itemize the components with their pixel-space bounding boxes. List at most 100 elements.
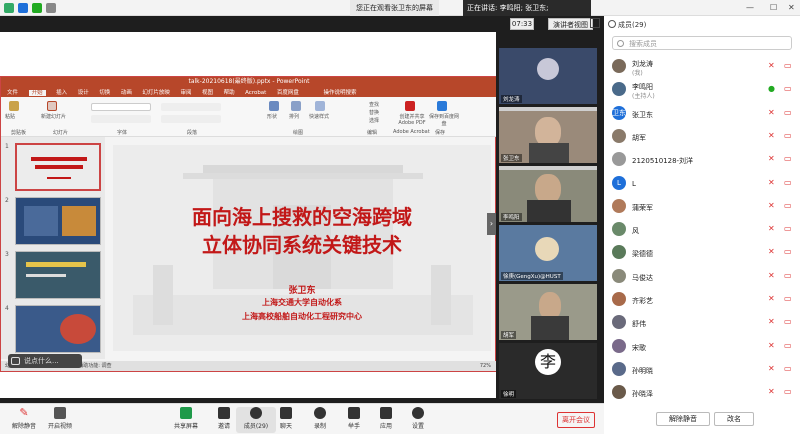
baidu-pan-icon[interactable] — [437, 101, 447, 111]
camera-off-icon[interactable]: ▭ — [784, 178, 794, 187]
member-row[interactable]: 舒伟 ✕ ▭ — [604, 312, 800, 334]
arrange-icon[interactable] — [291, 101, 301, 111]
security-icon[interactable] — [4, 3, 14, 13]
member-row[interactable]: 刘龙涛 (我) ✕ ▭ — [604, 56, 800, 78]
paragraph-align-icons[interactable] — [161, 103, 221, 111]
camera-off-icon[interactable]: ▭ — [784, 388, 794, 396]
member-row[interactable]: L L ✕ ▭ — [604, 173, 800, 195]
microphone-off-icon[interactable]: ✕ — [768, 248, 776, 256]
microphone-off-icon[interactable]: ✕ — [768, 364, 776, 373]
member-row[interactable]: 2120510128-刘洋 ✕ ▭ — [604, 149, 800, 171]
video-button[interactable]: 开启视频 — [40, 407, 80, 433]
adobe-pdf-icon[interactable] — [405, 101, 415, 111]
signal-icon[interactable] — [32, 3, 42, 13]
camera-off-icon[interactable]: ▭ — [784, 131, 794, 140]
microphone-off-icon[interactable]: ✕ — [768, 108, 776, 117]
member-row[interactable]: 蒲荣军 ✕ ▭ — [604, 196, 800, 218]
ppt-tab[interactable]: 视图 — [202, 90, 213, 96]
camera-off-icon[interactable]: ▭ — [784, 271, 794, 280]
ppt-tab[interactable]: 百度网盘 — [277, 90, 299, 96]
leave-meeting-button[interactable]: 离开会议 — [557, 412, 595, 428]
mute-button[interactable]: ✎ 解除静音 — [4, 407, 44, 433]
quick-styles-icon[interactable] — [315, 101, 325, 111]
microphone-off-icon[interactable]: ✕ — [768, 155, 776, 163]
ppt-tab[interactable]: 切换 — [99, 90, 110, 96]
member-row[interactable]: 胡军 ✕ ▭ — [604, 126, 800, 148]
grid-icon[interactable] — [46, 3, 56, 13]
member-row[interactable]: 卫东 张卫东 ✕ ▭ — [604, 103, 800, 125]
font-name-field[interactable] — [91, 103, 151, 111]
member-row[interactable]: 马俊达 ✕ ▭ — [604, 266, 800, 288]
fullscreen-icon[interactable] — [590, 18, 600, 28]
new-slide-icon[interactable] — [47, 101, 57, 111]
microphone-off-icon[interactable]: ✕ — [768, 201, 776, 210]
video-tile[interactable]: 张卫东 — [499, 107, 597, 163]
camera-off-icon[interactable]: ▭ — [784, 85, 794, 93]
collapse-video-arrow[interactable]: › — [487, 213, 496, 235]
camera-off-icon[interactable]: ▭ — [784, 248, 794, 256]
paragraph-list-icons[interactable] — [161, 115, 221, 123]
tell-me-search[interactable]: 操作说明搜索 — [323, 90, 356, 96]
camera-off-icon[interactable]: ▭ — [784, 364, 794, 373]
member-row[interactable]: 齐彩艺 ✕ ▭ — [604, 289, 800, 311]
shapes-icon[interactable] — [269, 101, 279, 111]
ppt-tab[interactable]: 帮助 — [224, 90, 235, 96]
member-row[interactable]: 李鸣阳 (主持人) ● ▭ — [604, 79, 800, 101]
ppt-tab[interactable]: 设计 — [78, 90, 89, 96]
select-button[interactable]: 选择 — [369, 117, 379, 124]
minimize-icon[interactable]: — — [746, 3, 754, 12]
shield-icon[interactable] — [18, 3, 28, 13]
microphone-off-icon[interactable]: ✕ — [768, 271, 776, 280]
microphone-off-icon[interactable]: ✕ — [768, 341, 776, 350]
microphone-off-icon[interactable]: ✕ — [768, 225, 776, 233]
find-button[interactable]: 查找 — [369, 101, 379, 108]
video-tile[interactable]: 李 徐明 — [499, 343, 597, 399]
ppt-tab[interactable]: 文件 — [7, 90, 18, 96]
camera-off-icon[interactable]: ▭ — [784, 62, 794, 70]
microphone-off-icon[interactable]: ✕ — [768, 131, 776, 140]
member-search-input[interactable]: 搜索成员 — [612, 36, 792, 50]
member-row[interactable]: 宋歌 ✕ ▭ — [604, 336, 800, 358]
video-tile[interactable]: 徐庚(GengXu)@HUST — [499, 225, 597, 281]
settings-button[interactable]: 设置 — [398, 407, 438, 433]
paste-icon[interactable] — [9, 101, 19, 111]
camera-off-icon[interactable]: ▭ — [784, 295, 794, 303]
video-tile[interactable]: 刘龙涛 — [499, 48, 597, 104]
chat-input[interactable]: 说点什么... — [8, 354, 82, 368]
ppt-tab-active[interactable]: 开始 — [28, 90, 46, 96]
member-row[interactable]: 孙明晓 ✕ ▭ — [604, 359, 800, 381]
slide-thumbnail[interactable] — [15, 251, 101, 299]
microphone-off-icon[interactable]: ✕ — [768, 295, 776, 303]
maximize-icon[interactable]: ☐ — [770, 3, 777, 12]
camera-off-icon[interactable]: ▭ — [784, 201, 794, 210]
slide-thumbnail[interactable] — [15, 197, 101, 245]
slide-thumbnail[interactable] — [15, 143, 101, 191]
video-tile[interactable]: 李鸣阳 — [499, 166, 597, 222]
rename-button[interactable]: 改名 — [714, 412, 754, 426]
ppt-tab[interactable]: 审阅 — [180, 90, 191, 96]
ppt-tab[interactable]: Acrobat — [245, 90, 266, 96]
slide-thumbnail[interactable] — [15, 305, 101, 353]
microphone-icon[interactable]: ● — [768, 85, 776, 93]
unmute-all-button[interactable]: 解除静音 — [656, 412, 710, 426]
camera-off-icon[interactable]: ▭ — [784, 341, 794, 350]
replace-button[interactable]: 替换 — [369, 109, 379, 116]
member-row[interactable]: 孙晓泽 ✕ ▭ — [604, 382, 800, 404]
microphone-off-icon[interactable]: ✕ — [768, 62, 776, 70]
font-format-icons[interactable] — [91, 115, 151, 123]
share-screen-button[interactable]: 共享屏幕 — [166, 407, 206, 433]
close-icon[interactable]: ✕ — [788, 3, 795, 12]
ppt-tab[interactable]: 插入 — [56, 90, 67, 96]
ppt-tab[interactable]: 幻灯片放映 — [142, 90, 170, 96]
member-row[interactable]: 梁德德 ✕ ▭ — [604, 242, 800, 264]
zoom-level[interactable]: 72% — [480, 361, 491, 371]
microphone-off-icon[interactable]: ✕ — [768, 178, 776, 187]
member-row[interactable]: 风 ✕ ▭ — [604, 219, 800, 241]
microphone-off-icon[interactable]: ✕ — [768, 388, 776, 396]
ppt-tab[interactable]: 动画 — [121, 90, 132, 96]
camera-off-icon[interactable]: ▭ — [784, 155, 794, 163]
view-mode-button[interactable]: 演讲者视图 — [548, 18, 593, 30]
video-tile[interactable]: 胡军 — [499, 284, 597, 340]
camera-off-icon[interactable]: ▭ — [784, 225, 794, 233]
microphone-off-icon[interactable]: ✕ — [768, 318, 776, 326]
